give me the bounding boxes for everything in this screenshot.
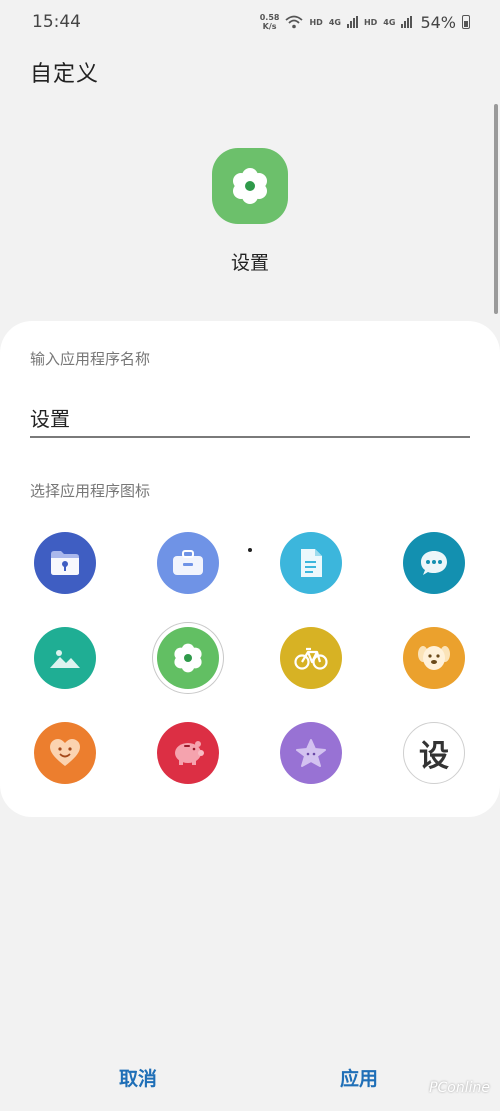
network-type-2: 4G (383, 17, 396, 27)
piggy-bank-icon (175, 741, 204, 765)
icon-option-bicycle[interactable] (280, 627, 342, 689)
icon-option-flower[interactable] (157, 627, 219, 689)
star-icon (296, 739, 326, 767)
preview-app-label: 设置 (230, 252, 269, 274)
icon-option-puppy[interactable] (403, 627, 465, 689)
icon-option-folder-lock[interactable] (34, 532, 96, 594)
icon-option-piggy-bank[interactable] (157, 722, 219, 784)
apply-button[interactable]: 应用 (340, 1064, 378, 1091)
chat-bubble-icon (421, 551, 447, 575)
folder-lock-icon (51, 551, 79, 575)
flower-icon (174, 643, 202, 673)
text-icon: 设 (419, 739, 449, 774)
icon-option-briefcase[interactable] (157, 532, 219, 594)
flower-icon (233, 168, 267, 204)
name-section-label: 输入应用程序名称 (30, 350, 151, 368)
hd-indicator-2: HD (363, 17, 378, 27)
page-title: 自定义 (30, 62, 100, 87)
icon-option-chat[interactable] (403, 532, 465, 594)
app-name-input[interactable] (30, 398, 470, 438)
icon-option-heart-face[interactable] (34, 722, 96, 784)
status-time: 15:44 (32, 12, 81, 32)
network-type-1: 4G (328, 17, 341, 27)
heart-face-icon (50, 739, 80, 766)
network-speed-unit: K/s (262, 22, 277, 31)
icon-section-label: 选择应用程序图标 (30, 482, 151, 500)
decorative-dot (248, 548, 252, 552)
battery-icon (462, 15, 470, 29)
battery-percent: 54% (420, 12, 456, 32)
icon-option-star[interactable] (280, 722, 342, 784)
icon-option-landscape[interactable] (34, 627, 96, 689)
wifi-icon (285, 15, 304, 29)
puppy-icon (418, 646, 450, 670)
scrollbar[interactable] (494, 104, 498, 314)
signal-icon-2 (401, 16, 413, 28)
cancel-button[interactable]: 取消 (119, 1064, 157, 1091)
network-speed-value: 0.58 (259, 13, 280, 22)
watermark: PConline (429, 1080, 490, 1096)
status-bar: 15:44 0.58 K/s HD 4G HD 4G 54% (0, 0, 500, 44)
landscape-icon (50, 650, 80, 668)
status-indicators: 0.58 K/s HD 4G HD 4G 54% (260, 13, 470, 32)
document-icon (301, 549, 322, 577)
briefcase-icon (173, 550, 203, 575)
bicycle-icon (294, 647, 328, 670)
signal-icon-1 (346, 16, 358, 28)
icon-option-document[interactable] (280, 532, 342, 594)
icon-option-text[interactable]: 设 (403, 722, 465, 784)
network-speed: 0.58 K/s (260, 13, 280, 31)
hd-indicator-1: HD (309, 17, 323, 27)
preview-app-icon (212, 148, 288, 224)
